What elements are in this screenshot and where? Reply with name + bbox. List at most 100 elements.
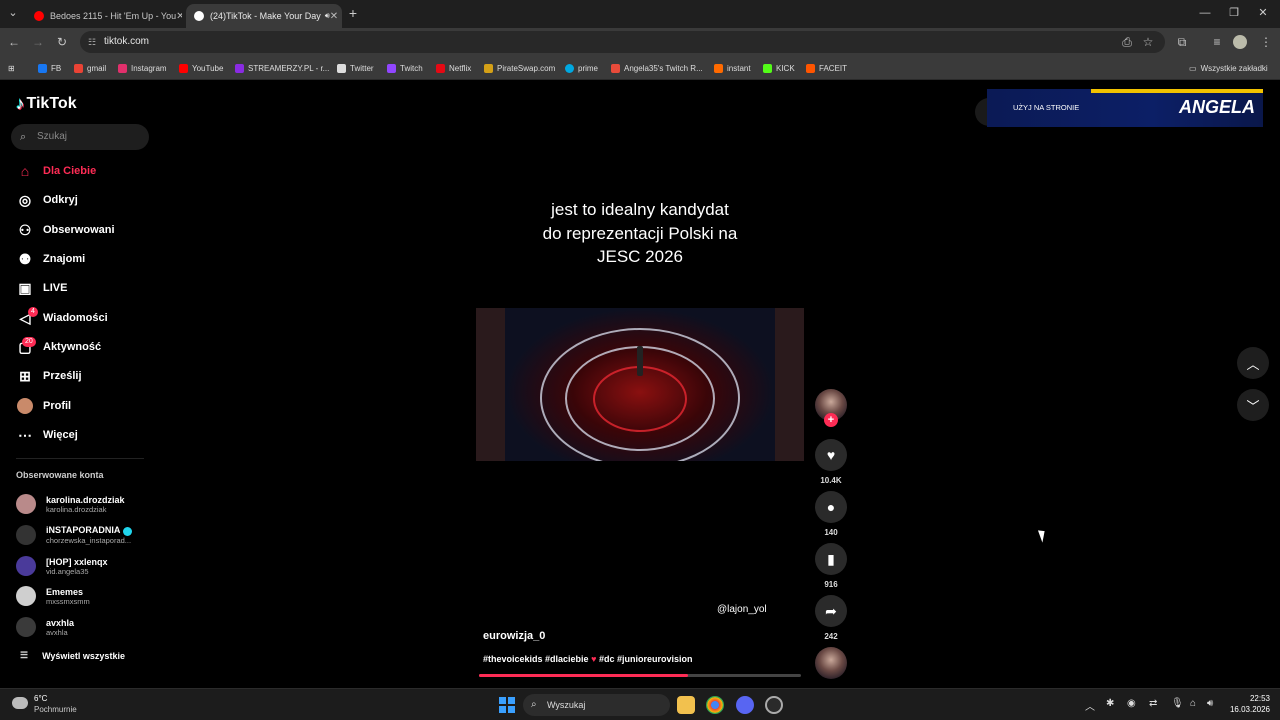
bookmark-label: Netflix	[449, 63, 472, 73]
tab-youtube[interactable]: Bedoes 2115 - Hit 'Em Up - You ✕	[26, 4, 182, 28]
bluetooth-icon[interactable]: ✱	[1106, 698, 1114, 709]
bookmark-prime[interactable]: prime	[565, 61, 598, 75]
account-item[interactable]: karolina.drozdziak karolina.drozdziak	[16, 491, 125, 517]
discord-tray-icon[interactable]: ◉	[1127, 698, 1136, 709]
comment-icon: ●	[826, 499, 836, 515]
account-item[interactable]: avxhla avxhla	[16, 614, 74, 640]
bookmark-label: Angela35's Twitch R...	[624, 63, 703, 73]
steam-icon[interactable]	[765, 696, 783, 714]
bookmark-label: instant	[727, 63, 751, 73]
bookmark-kick[interactable]: KICK	[763, 61, 795, 75]
bookmark-instagram[interactable]: Instagram	[118, 61, 167, 75]
bookmarks-bar: ⊞ FB gmail Instagram YouTube STREAMERZY.…	[0, 56, 1280, 80]
start-button[interactable]	[499, 697, 515, 713]
input-icon[interactable]: ⇄	[1149, 698, 1157, 709]
discord-icon[interactable]	[736, 696, 754, 714]
network-icon[interactable]: ⌂	[1190, 698, 1196, 709]
taskbar-search[interactable]: ⌕ Wyszukaj	[523, 694, 670, 716]
video-author[interactable]: eurowizja_0	[483, 630, 545, 642]
previous-video-button[interactable]: ︿	[1237, 347, 1269, 379]
menu-kebab-icon[interactable]: ⋮	[1258, 34, 1274, 50]
nav-label: Aktywność	[43, 341, 102, 353]
search-input[interactable]: ⌕ Szukaj	[11, 124, 149, 150]
chrome-icon[interactable]	[706, 696, 724, 714]
address-toolbar: ← → ↻ ☷ tiktok.com ⎙ ☆ ⧉ ≡ ⋮	[0, 28, 1280, 56]
bookmark-streamerzy[interactable]: STREAMERZY.PL - r...	[235, 61, 329, 75]
live-icon: ▣	[18, 279, 32, 296]
bookmark-angela-twitch[interactable]: Angela35's Twitch R...	[611, 61, 703, 75]
back-icon[interactable]: ←	[6, 34, 22, 50]
share-button[interactable]: ➦	[815, 595, 847, 627]
minimize-icon[interactable]: —	[1198, 6, 1212, 20]
follow-button[interactable]: +	[824, 413, 838, 427]
nav-live[interactable]: ▣ LIVE	[16, 278, 67, 298]
bookmark-gmail[interactable]: gmail	[74, 61, 106, 75]
like-button[interactable]: ♥	[815, 439, 847, 471]
account-item[interactable]: [HOP] xxlenqx vid.angela35	[16, 553, 108, 579]
bookmark-star-icon[interactable]: ☆	[1140, 34, 1156, 50]
clock-date[interactable]: 16.03.2026	[1226, 705, 1270, 714]
bookmark-twitch[interactable]: Twitch	[387, 61, 423, 75]
bookmark-label: YouTube	[192, 63, 224, 73]
video-player[interactable]	[476, 308, 804, 461]
video-mention[interactable]: @lajon_yol	[717, 604, 767, 615]
profile-avatar-icon[interactable]	[1233, 35, 1247, 49]
nav-profil[interactable]: Profil	[16, 396, 71, 416]
new-tab-button[interactable]: +	[346, 6, 360, 20]
home-icon: ⌂	[20, 163, 30, 179]
forward-icon[interactable]: →	[30, 34, 46, 50]
cloud-icon[interactable]	[12, 697, 28, 709]
site-info-icon[interactable]: ☷	[88, 31, 96, 53]
volume-icon[interactable]: 🔊︎	[1207, 698, 1213, 709]
file-explorer-icon[interactable]	[677, 696, 695, 714]
video-progress-bar[interactable]	[479, 674, 801, 677]
video-hashtags[interactable]: #thevoicekids #dlaciebie ♥ #dc #junioreu…	[483, 654, 692, 664]
sound-avatar[interactable]	[815, 647, 847, 679]
save-button[interactable]: ▮	[815, 543, 847, 575]
bookmark-pirateswap[interactable]: PirateSwap.com	[484, 61, 555, 75]
tray-expand-icon[interactable]: ︿	[1085, 698, 1095, 713]
bookmark-instant[interactable]: instant	[714, 61, 751, 75]
nav-obserwowani[interactable]: ⚇ Obserwowani	[16, 220, 115, 240]
nav-znajomi[interactable]: ⚉ Znajomi	[16, 249, 85, 269]
search-icon: ⌕	[531, 699, 537, 710]
account-item[interactable]: Ememes mxssmxsmm	[16, 583, 90, 609]
restore-icon[interactable]: ❐	[1227, 6, 1241, 20]
tiktok-logo[interactable]: ♪ TikTok	[16, 94, 77, 114]
account-item[interactable]: iNSTAPORADNIA chorzewska_instaporad...	[16, 522, 133, 548]
caption-line: jest to idealny kandydat	[551, 200, 729, 219]
bookmark-youtube[interactable]: YouTube	[179, 61, 223, 75]
chart-icon	[611, 63, 620, 73]
extensions-icon[interactable]: ⧉	[1174, 34, 1190, 50]
tab-tiktok[interactable]: (24)TikTok - Make Your Day 🔊︎ ✕	[186, 4, 342, 28]
nav-przeslij[interactable]: ⊞ Prześlij	[16, 366, 81, 386]
bookmark-netflix[interactable]: Netflix	[436, 61, 471, 75]
next-video-button[interactable]: ﹀	[1237, 389, 1269, 421]
window-close-icon[interactable]: ✕	[1256, 6, 1270, 20]
reload-icon[interactable]: ↻	[54, 34, 70, 50]
nav-wiecej[interactable]: ⋯ Więcej	[16, 425, 78, 445]
nav-label: Wiadomości	[43, 312, 108, 324]
apps-grid-icon[interactable]: ⊞	[8, 61, 15, 75]
bookmark-faceit[interactable]: FACEIT	[806, 61, 847, 75]
close-tab-icon[interactable]: ✕	[176, 11, 182, 22]
youtube-icon	[34, 11, 44, 21]
bookmark-fb[interactable]: FB	[38, 61, 61, 75]
heart-icon: ♥	[826, 447, 836, 463]
bookmark-label: prime	[578, 63, 599, 73]
url-input[interactable]: ☷ tiktok.com	[80, 31, 1165, 53]
clock-time[interactable]: 22:53	[1238, 694, 1270, 703]
show-all-accounts[interactable]: ☰ Wyświetl wszystkie	[20, 650, 125, 661]
tab-search-icon[interactable]: ⌄	[6, 6, 20, 20]
nav-dla-ciebie[interactable]: ⌂ Dla Ciebie	[16, 161, 96, 181]
all-bookmarks[interactable]: ▭ Wszystkie zakładki	[1189, 61, 1268, 75]
hashtags-part: #dc #junioreurovision	[598, 654, 693, 664]
close-tab-icon[interactable]: ✕	[330, 11, 338, 22]
nav-odkryj[interactable]: ◎ Odkryj	[16, 190, 78, 210]
media-controls-icon[interactable]: ≡	[1209, 34, 1225, 50]
comment-button[interactable]: ●	[815, 491, 847, 523]
bookmark-icon: ▮	[827, 550, 835, 567]
install-app-icon[interactable]: ⎙	[1119, 34, 1135, 50]
bookmark-twitter[interactable]: Twitter	[337, 61, 374, 75]
microphone-icon[interactable]: 🎙︎	[1171, 698, 1184, 709]
